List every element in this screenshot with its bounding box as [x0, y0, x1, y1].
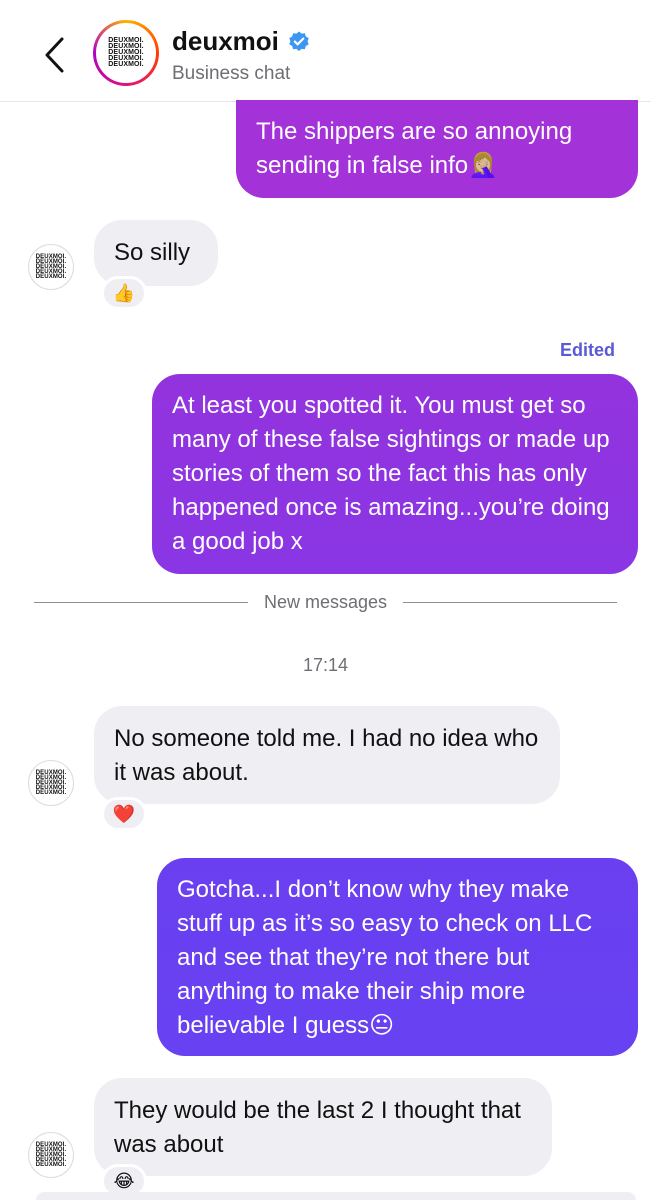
divider-line	[403, 601, 618, 603]
chat-title-block[interactable]: deuxmoi Business chat	[172, 26, 311, 85]
chat-header: DEUXMOI. DEUXMOI. DEUXMOI. DEUXMOI. DEUX…	[0, 0, 651, 102]
back-button[interactable]	[36, 30, 72, 80]
logo-line: DEUXMOI.	[108, 61, 144, 68]
message-text: No someone told me. I had no idea who it…	[114, 725, 539, 786]
logo-line: DEUXMOI.	[35, 789, 67, 796]
profile-avatar[interactable]: DEUXMOI. DEUXMOI. DEUXMOI. DEUXMOI. DEUX…	[93, 20, 159, 86]
edited-label: Edited	[559, 340, 615, 360]
divider-label: New messages	[263, 591, 388, 612]
thumbs-up-icon: 👍	[112, 282, 136, 303]
message-text: At least you spotted it. You must get so…	[172, 392, 610, 555]
sender-avatar[interactable]: DEUXMOI. DEUXMOI. DEUXMOI. DEUXMOI. DEUX…	[28, 1132, 74, 1178]
next-message-edge	[36, 1192, 636, 1200]
heart-icon: ❤️	[112, 803, 136, 824]
reaction-badge[interactable]: 👍	[101, 276, 147, 310]
logo-line: DEUXMOI.	[35, 273, 67, 280]
outgoing-message[interactable]: The shippers are so annoying sending in …	[236, 100, 638, 198]
reaction-badge[interactable]: ❤️	[101, 797, 147, 831]
incoming-message[interactable]: No someone told me. I had no idea who it…	[94, 706, 560, 804]
verified-badge-icon	[289, 31, 309, 51]
sender-avatar[interactable]: DEUXMOI. DEUXMOI. DEUXMOI. DEUXMOI. DEUX…	[28, 244, 74, 290]
logo-line: DEUXMOI.	[35, 1161, 67, 1168]
new-messages-divider: New messages	[34, 590, 618, 614]
incoming-message[interactable]: They would be the last 2 I thought that …	[94, 1078, 552, 1176]
message-text: Gotcha...I don’t know why they make stuf…	[177, 876, 593, 1039]
timestamp: 17:14	[302, 655, 349, 675]
outgoing-message[interactable]: Gotcha...I don’t know why they make stuf…	[157, 858, 638, 1056]
message-text: The shippers are so annoying sending in …	[256, 118, 573, 179]
chat-title: deuxmoi	[172, 26, 279, 56]
chat-subtitle: Business chat	[172, 63, 291, 84]
message-text: They would be the last 2 I thought that …	[114, 1097, 521, 1158]
message-text: So silly	[114, 239, 191, 266]
divider-line	[34, 601, 248, 603]
chevron-left-icon	[45, 37, 64, 73]
sender-avatar[interactable]: DEUXMOI. DEUXMOI. DEUXMOI. DEUXMOI. DEUX…	[28, 760, 74, 806]
laughing-face-icon: 😂	[113, 1170, 135, 1191]
outgoing-message[interactable]: At least you spotted it. You must get so…	[152, 374, 638, 574]
